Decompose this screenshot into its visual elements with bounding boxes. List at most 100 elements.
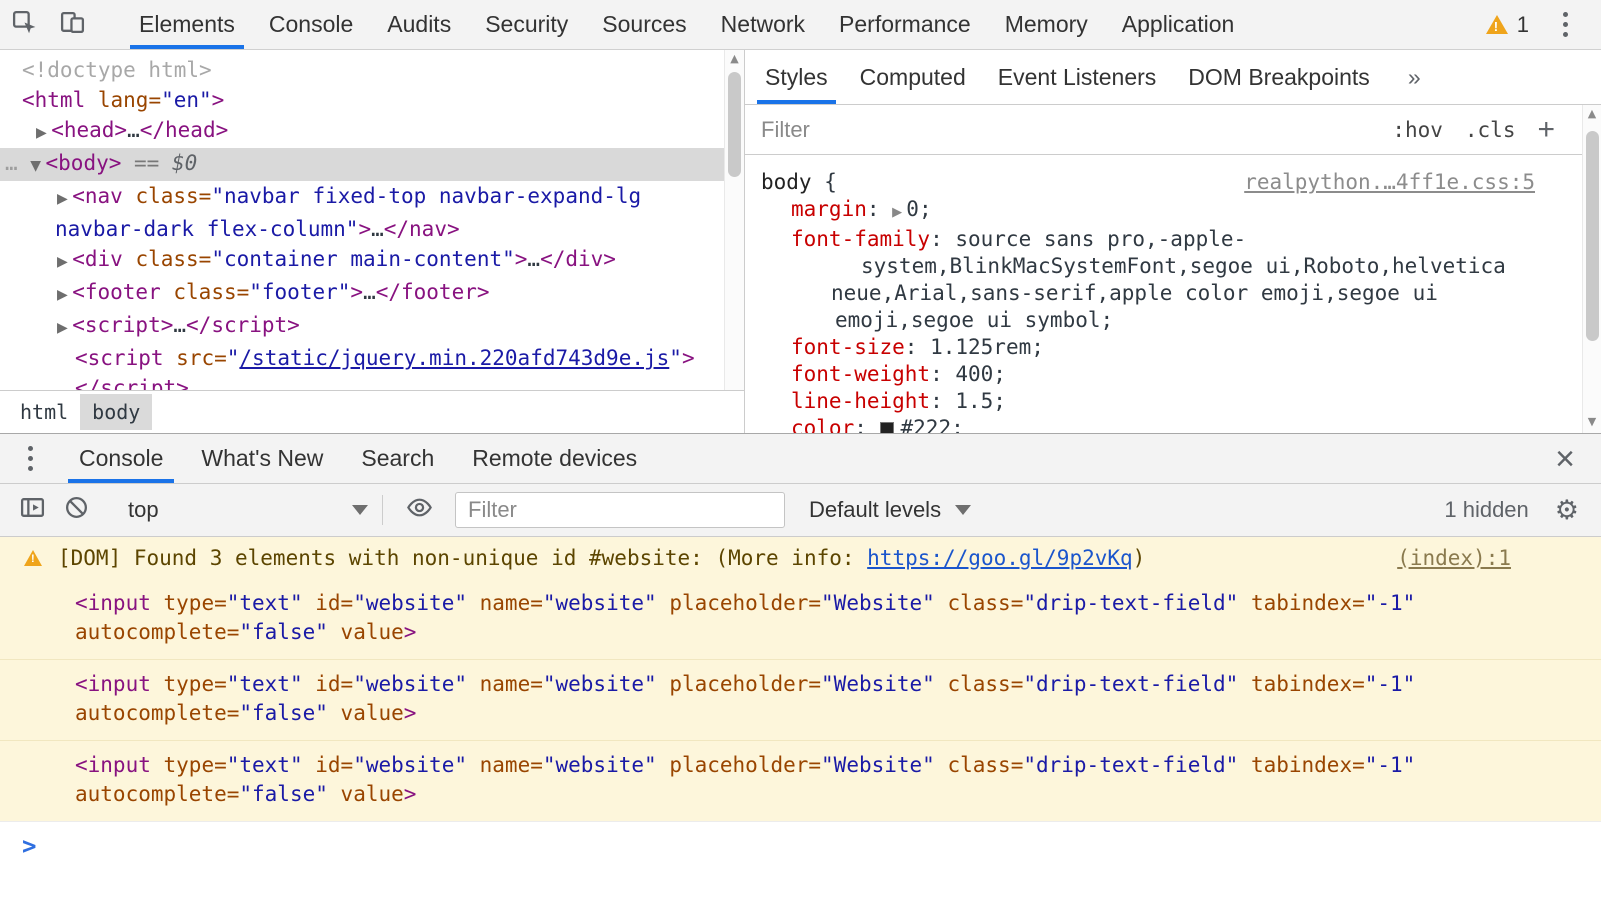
dom-tree-row[interactable]: <script src="/static/jquery.min.220afd74… — [0, 343, 744, 373]
new-style-rule-button[interactable]: + — [1537, 115, 1555, 145]
tab-application[interactable]: Application — [1105, 0, 1252, 49]
resource-link[interactable]: /static/jquery.min.220afd743d9e.js — [239, 346, 669, 370]
console-sidebar-icon — [19, 494, 46, 526]
code-token: "false" — [239, 782, 328, 806]
code-token: ) — [1133, 546, 1146, 570]
code-token: { — [812, 170, 837, 194]
tab-security[interactable]: Security — [468, 0, 585, 49]
tab-drawer-console[interactable]: Console — [60, 434, 182, 483]
tab-performance[interactable]: Performance — [822, 0, 988, 49]
devtools-top-toolbar: Elements Console Audits Security Sources… — [0, 0, 1601, 50]
code-token: name= — [480, 672, 543, 696]
style-rule-line[interactable]: body {realpython.…4ff1e.css:5 — [745, 169, 1601, 196]
tab-audits[interactable]: Audits — [370, 0, 468, 49]
style-rule-line[interactable]: system,BlinkMacSystemFont,segoe ui,Robot… — [745, 253, 1601, 280]
scroll-down-icon[interactable] — [1583, 413, 1601, 431]
console-source-link[interactable]: (index):1 — [1397, 546, 1511, 570]
style-rule-line[interactable]: margin: ▶ 0; — [745, 196, 1601, 226]
code-token: </div> — [540, 247, 616, 271]
tab-styles[interactable]: Styles — [749, 50, 844, 104]
code-token: #222; — [901, 416, 964, 433]
code-token: id= — [315, 753, 353, 777]
style-rule-line[interactable]: emoji,segoe ui symbol; — [745, 307, 1601, 334]
warnings-badge[interactable]: 1 — [1472, 12, 1543, 38]
tab-whats-new[interactable]: What's New — [182, 434, 342, 483]
clear-console-button[interactable] — [54, 494, 98, 526]
code-token: … — [173, 313, 186, 337]
tab-sources[interactable]: Sources — [585, 0, 703, 49]
dom-tree-row[interactable]: <html lang="en"> — [0, 85, 744, 115]
more-options-menu-button[interactable] — [1543, 0, 1587, 49]
dom-tree-row[interactable]: <!doctype html> — [0, 55, 744, 85]
dom-tree-row[interactable]: navbar-dark flex-column">…</nav> — [0, 214, 744, 244]
code-token: "website" — [353, 672, 467, 696]
dom-tree-row[interactable]: ▶ <head>…</head> — [0, 115, 744, 148]
tab-remote-devices[interactable]: Remote devices — [453, 434, 656, 483]
inspect-element-button[interactable] — [0, 0, 48, 49]
code-token: == — [134, 151, 172, 175]
elements-scrollbar[interactable] — [724, 50, 744, 390]
warning-url-link[interactable]: https://goo.gl/9p2vKq — [867, 546, 1133, 570]
style-rule-line[interactable]: font-weight: 400; — [745, 361, 1601, 388]
code-token: font-weight — [791, 362, 930, 386]
code-token: font-size — [791, 335, 905, 359]
code-token: color — [791, 416, 854, 433]
code-token: value — [341, 782, 404, 806]
styles-filter-input[interactable] — [761, 117, 1370, 143]
tabs-overflow-icon[interactable]: » — [1392, 50, 1437, 104]
toggle-class-button[interactable]: .cls — [1465, 118, 1516, 142]
code-token — [151, 672, 164, 696]
code-token: > — [404, 701, 417, 725]
close-drawer-button[interactable]: × — [1547, 442, 1583, 476]
scrollbar-thumb[interactable] — [728, 72, 741, 177]
dom-tree-row[interactable]: </script> — [0, 373, 744, 390]
breadcrumb-body[interactable]: body — [80, 394, 152, 430]
drawer-menu-button[interactable] — [0, 434, 60, 483]
styles-scrollbar[interactable] — [1582, 105, 1601, 433]
scroll-up-icon[interactable] — [725, 50, 744, 68]
breadcrumb-html[interactable]: html — [8, 394, 80, 430]
code-token: </nav> — [384, 217, 460, 241]
toggle-element-state-button[interactable]: :hov — [1392, 118, 1443, 142]
dom-tree-row[interactable]: ▶ <footer class="footer">…</footer> — [0, 277, 744, 310]
tab-memory[interactable]: Memory — [988, 0, 1105, 49]
scrollbar-thumb[interactable] — [1586, 131, 1599, 341]
tab-elements[interactable]: Elements — [122, 0, 252, 49]
dom-tree-row[interactable]: ▶ <script>…</script> — [0, 310, 744, 343]
console-message-line: autocomplete="false" value> — [0, 780, 1601, 821]
code-token: placeholder= — [669, 753, 821, 777]
code-token: " — [669, 346, 682, 370]
style-rule-line[interactable]: color: #222; — [745, 415, 1601, 433]
dom-tree-row[interactable]: … ▼ <body> == $0 — [0, 148, 744, 181]
code-token: autocomplete= — [75, 620, 239, 644]
dom-tree-row[interactable]: ▶ <div class="container main-content">…<… — [0, 244, 744, 277]
dom-tree-row[interactable]: ▶ <nav class="navbar fixed-top navbar-ex… — [0, 181, 744, 214]
console-message-line: autocomplete="false" value> — [0, 699, 1601, 740]
console-settings-button[interactable]: ⚙ — [1555, 497, 1579, 524]
console-messages: [DOM] Found 3 elements with non-unique i… — [0, 537, 1601, 821]
tab-network[interactable]: Network — [704, 0, 822, 49]
code-token: : — [854, 416, 879, 433]
console-prompt[interactable]: > — [0, 821, 1601, 860]
code-token: "Website" — [821, 591, 935, 615]
console-filter-input[interactable] — [455, 492, 785, 528]
code-token: <input — [75, 591, 151, 615]
live-expression-button[interactable] — [397, 493, 441, 527]
style-rule-line[interactable]: font-size: 1.125rem; — [745, 334, 1601, 361]
code-token: … — [127, 118, 140, 142]
tab-event-listeners[interactable]: Event Listeners — [982, 50, 1173, 104]
execution-context-dropdown[interactable]: top — [128, 497, 368, 523]
code-token: name= — [480, 753, 543, 777]
tab-computed[interactable]: Computed — [844, 50, 982, 104]
console-sidebar-toggle-button[interactable] — [10, 494, 54, 526]
tab-search[interactable]: Search — [342, 434, 453, 483]
tab-dom-breakpoints[interactable]: DOM Breakpoints — [1172, 50, 1386, 104]
device-toolbar-button[interactable] — [48, 0, 96, 49]
style-rule-line[interactable]: font-family: source sans pro,-apple- — [745, 226, 1601, 253]
style-rule-line[interactable]: line-height: 1.5; — [745, 388, 1601, 415]
stylesheet-source-link[interactable]: realpython.…4ff1e.css:5 — [1244, 170, 1535, 194]
scroll-up-icon[interactable] — [1583, 105, 1601, 123]
tab-console[interactable]: Console — [252, 0, 370, 49]
style-rule-line[interactable]: neue,Arial,sans-serif,apple color emoji,… — [745, 280, 1601, 307]
log-levels-dropdown[interactable]: Default levels — [809, 497, 971, 523]
